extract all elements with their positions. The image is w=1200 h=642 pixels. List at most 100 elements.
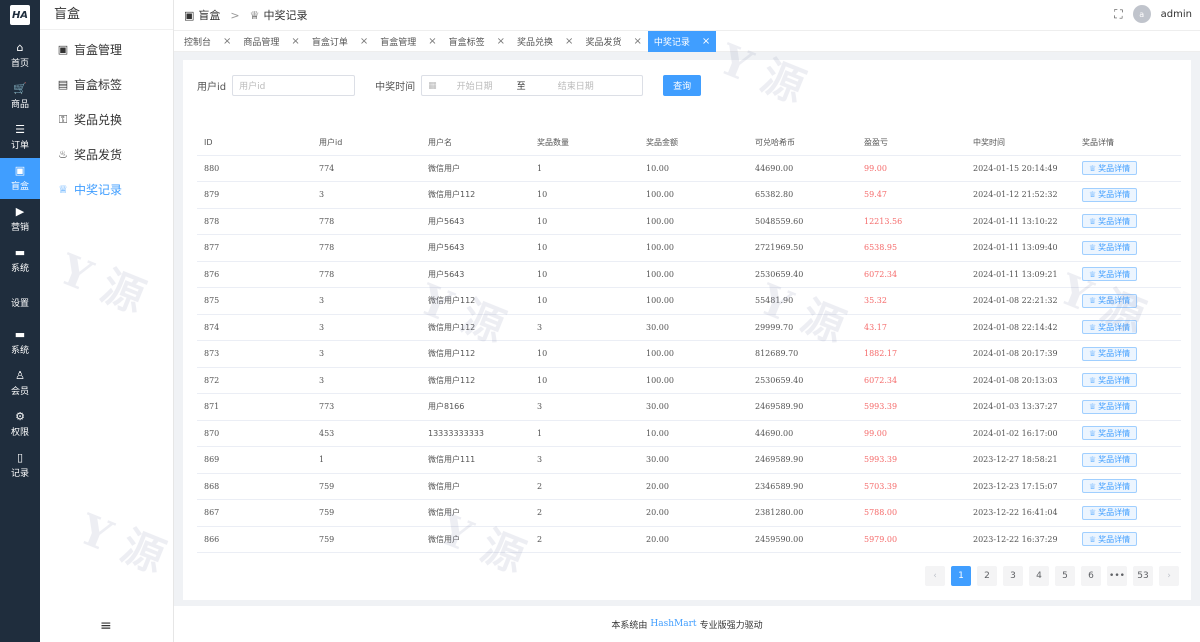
tab-0[interactable]: 控制台 × <box>178 31 237 52</box>
collapse-menu-icon[interactable]: ≡ <box>100 618 112 634</box>
app-logo[interactable]: HA <box>10 5 30 25</box>
prize-detail-button[interactable]: ♕ 奖品详情 <box>1082 452 1138 467</box>
prev-page-button[interactable]: ‹ <box>925 566 945 586</box>
table-cell: 用户5643 <box>421 234 530 262</box>
prize-detail-button[interactable]: ♕ 奖品详情 <box>1082 161 1138 176</box>
prize-detail-button[interactable]: ♕ 奖品详情 <box>1082 399 1138 414</box>
rail-item-10[interactable]: ▯ 记录 <box>0 445 40 486</box>
table-cell: 3 <box>312 181 421 209</box>
table-cell: 6538.95 <box>857 234 966 262</box>
prize-detail-button[interactable]: ♕ 奖品详情 <box>1082 505 1138 520</box>
submenu-item-0[interactable]: ▣ 盲盒管理 <box>40 32 173 67</box>
trophy-icon: ♕ <box>249 8 260 22</box>
rail-item-1[interactable]: 🛒 商品 <box>0 76 40 117</box>
table-cell: 100.00 <box>639 367 748 394</box>
prize-detail-label: 奖品详情 <box>1098 349 1131 359</box>
rail-item-7[interactable]: ▬ 系统 <box>0 322 40 363</box>
rail-item-5[interactable]: ▬ 系统 <box>0 240 40 281</box>
next-page-button[interactable]: › <box>1159 566 1179 586</box>
rail-item-9[interactable]: ⚙ 权限 <box>0 404 40 445</box>
table-cell: 2024-01-03 13:37:27 <box>966 393 1075 421</box>
breadcrumb-separator: > <box>230 8 240 22</box>
tab-1[interactable]: 商品管理 × <box>237 31 305 52</box>
prize-detail-label: 奖品详情 <box>1098 534 1131 544</box>
close-icon[interactable]: × <box>223 36 231 47</box>
submenu-item-1[interactable]: ▤ 盲盒标签 <box>40 67 173 102</box>
close-icon[interactable]: × <box>291 36 299 47</box>
trophy-icon: ♕ <box>1089 508 1097 518</box>
prize-detail-button[interactable]: ♕ 奖品详情 <box>1082 532 1138 547</box>
rail-item-2[interactable]: ☰ 订单 <box>0 117 40 158</box>
table-cell: 1882.17 <box>857 340 966 368</box>
username[interactable]: admin <box>1161 9 1192 20</box>
close-icon[interactable]: × <box>702 36 710 47</box>
prize-detail-button[interactable]: ♕ 奖品详情 <box>1082 479 1138 494</box>
column-header: 可兑哈希币 <box>748 130 857 156</box>
user-id-input[interactable]: 用户id <box>232 75 356 96</box>
page-button[interactable]: 1 <box>951 566 971 586</box>
close-icon[interactable]: × <box>360 36 368 47</box>
tab-6[interactable]: 奖品发货 × <box>579 31 647 52</box>
page-button[interactable]: ••• <box>1107 566 1127 586</box>
rail-icon: ▶ <box>15 205 25 218</box>
table-row: 873 3 微信用户112 10 100.00 812689.70 1882.17 2024-… <box>197 340 1181 368</box>
table-cell: 99.00 <box>857 420 966 447</box>
prize-detail-button[interactable]: ♕ 奖品详情 <box>1082 187 1138 202</box>
prize-detail-button[interactable]: ♕ 奖品详情 <box>1082 346 1138 361</box>
prize-detail-button[interactable]: ♕ 奖品详情 <box>1082 320 1138 335</box>
rail-item-6[interactable]: 设置 <box>0 281 40 322</box>
page-button[interactable]: 2 <box>977 566 997 586</box>
page-button[interactable]: 5 <box>1055 566 1075 586</box>
table-cell: 100.00 <box>639 261 748 288</box>
footer-link[interactable]: HashMart <box>650 619 696 629</box>
sub-menu: 盲盒 ▣ 盲盒管理 ▤ 盲盒标签 ⚿ 奖品兑换 ♨ 奖品发货 ♕ 中奖记录 ≡ <box>40 0 174 642</box>
tab-3[interactable]: 盲盒管理 × <box>374 31 442 52</box>
table-row: 880 774 微信用户 1 10.00 44690.00 99.00 2024-01-15 … <box>197 155 1181 182</box>
prize-detail-button[interactable]: ♕ 奖品详情 <box>1082 293 1138 308</box>
submenu-item-4[interactable]: ♕ 中奖记录 <box>40 172 173 207</box>
calendar-icon: ▦ <box>428 80 437 91</box>
end-date-input[interactable]: 结束日期 <box>558 79 594 92</box>
tab-5[interactable]: 奖品兑换 × <box>511 31 579 52</box>
close-icon[interactable]: × <box>633 36 641 47</box>
tab-7[interactable]: 中奖记录 × <box>647 31 717 52</box>
prize-detail-button[interactable]: ♕ 奖品详情 <box>1082 214 1138 229</box>
prize-detail-button[interactable]: ♕ 奖品详情 <box>1082 267 1138 282</box>
table-cell: 773 <box>312 393 421 421</box>
tab-4[interactable]: 盲盒标签 × <box>443 31 511 52</box>
rail-item-4[interactable]: ▶ 营销 <box>0 199 40 240</box>
table-cell: 3 <box>530 446 639 474</box>
table-cell: 5993.39 <box>857 393 966 421</box>
table-cell: 878 <box>197 208 312 235</box>
tab-label: 控制台 <box>184 38 212 48</box>
close-icon[interactable]: × <box>428 36 436 47</box>
prize-detail-label: 奖品详情 <box>1098 428 1131 438</box>
fullscreen-icon[interactable]: ⛶ <box>1114 7 1122 22</box>
date-range-picker[interactable]: ▦ 开始日期 至 结束日期 <box>421 75 644 96</box>
rail-item-8[interactable]: ♙ 会员 <box>0 363 40 404</box>
table-cell: 1 <box>530 155 639 182</box>
prize-detail-button[interactable]: ♕ 奖品详情 <box>1082 426 1138 441</box>
prize-detail-label: 奖品详情 <box>1098 375 1131 385</box>
page-button[interactable]: 3 <box>1003 566 1023 586</box>
page-button[interactable]: 6 <box>1081 566 1101 586</box>
submenu-item-2[interactable]: ⚿ 奖品兑换 <box>40 102 173 137</box>
page-button[interactable]: 53 <box>1133 566 1153 586</box>
close-icon[interactable]: × <box>497 36 505 47</box>
rail-item-3[interactable]: ▣ 盲盒 <box>0 158 40 199</box>
tab-2[interactable]: 盲盒订单 × <box>306 31 374 52</box>
submenu-item-3[interactable]: ♨ 奖品发货 <box>40 137 173 172</box>
query-button[interactable]: 查询 <box>663 75 702 96</box>
page-button[interactable]: 4 <box>1029 566 1049 586</box>
prize-detail-button[interactable]: ♕ 奖品详情 <box>1082 240 1138 255</box>
close-icon[interactable]: × <box>565 36 573 47</box>
table-cell: 759 <box>312 473 421 500</box>
avatar[interactable]: a <box>1132 5 1151 23</box>
rail-item-0[interactable]: ⌂ 首页 <box>0 35 40 76</box>
table-cell: 2 <box>530 499 639 527</box>
table-cell: 2530659.40 <box>748 367 857 394</box>
breadcrumb-root[interactable]: 盲盒 <box>198 7 220 23</box>
column-header: 奖品金额 <box>639 130 748 156</box>
prize-detail-button[interactable]: ♕ 奖品详情 <box>1082 373 1138 388</box>
start-date-input[interactable]: 开始日期 <box>457 79 493 92</box>
